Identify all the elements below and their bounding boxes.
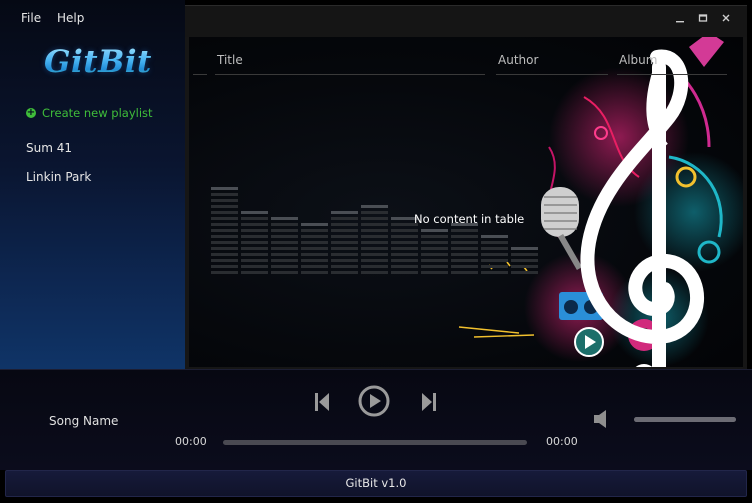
skip-next-icon[interactable] — [420, 391, 438, 413]
play-circle-icon[interactable] — [358, 385, 390, 417]
column-header-author[interactable]: Author — [498, 53, 538, 67]
speaker-icon[interactable] — [593, 409, 609, 429]
close-icon[interactable] — [719, 13, 733, 27]
plus-circle-icon: + — [26, 107, 36, 118]
skip-previous-icon[interactable] — [313, 391, 331, 413]
volume-fill — [634, 417, 736, 422]
column-header-album[interactable]: Album — [619, 53, 657, 67]
minimize-icon[interactable] — [673, 13, 687, 27]
menu-help[interactable]: Help — [57, 11, 84, 25]
create-playlist-label: Create new playlist — [42, 106, 153, 120]
volume-slider[interactable] — [634, 417, 736, 422]
create-playlist-button[interactable]: + Create new playlist — [26, 106, 153, 120]
sidebar: File Help GitBit + Create new playlist S… — [0, 0, 185, 369]
empty-table-message: No content in table — [414, 212, 525, 226]
maximize-icon[interactable] — [696, 13, 710, 27]
playlist-item[interactable]: Sum 41 — [26, 141, 72, 155]
main-panel: Title Author Album No content in table — [185, 5, 747, 370]
playlist-item[interactable]: Linkin Park — [26, 170, 91, 184]
status-bar: GitBit v1.0 — [5, 470, 747, 497]
equalizer-art — [189, 37, 549, 367]
song-name: Song Name — [49, 414, 119, 428]
progress-bar[interactable] — [223, 440, 527, 445]
player-bar: Song Name 00:00 00:00 — [0, 369, 752, 470]
column-header-title[interactable]: Title — [217, 53, 243, 67]
track-table: Title Author Album No content in table — [189, 37, 743, 367]
header-divider — [215, 74, 485, 75]
app-logo: GitBit — [44, 44, 152, 80]
total-duration: 00:00 — [546, 435, 578, 448]
window-title-bar — [185, 6, 747, 37]
menu-file[interactable]: File — [21, 11, 41, 25]
header-divider — [193, 74, 207, 75]
elapsed-time: 00:00 — [175, 435, 207, 448]
header-divider — [617, 74, 727, 75]
header-divider — [496, 74, 608, 75]
